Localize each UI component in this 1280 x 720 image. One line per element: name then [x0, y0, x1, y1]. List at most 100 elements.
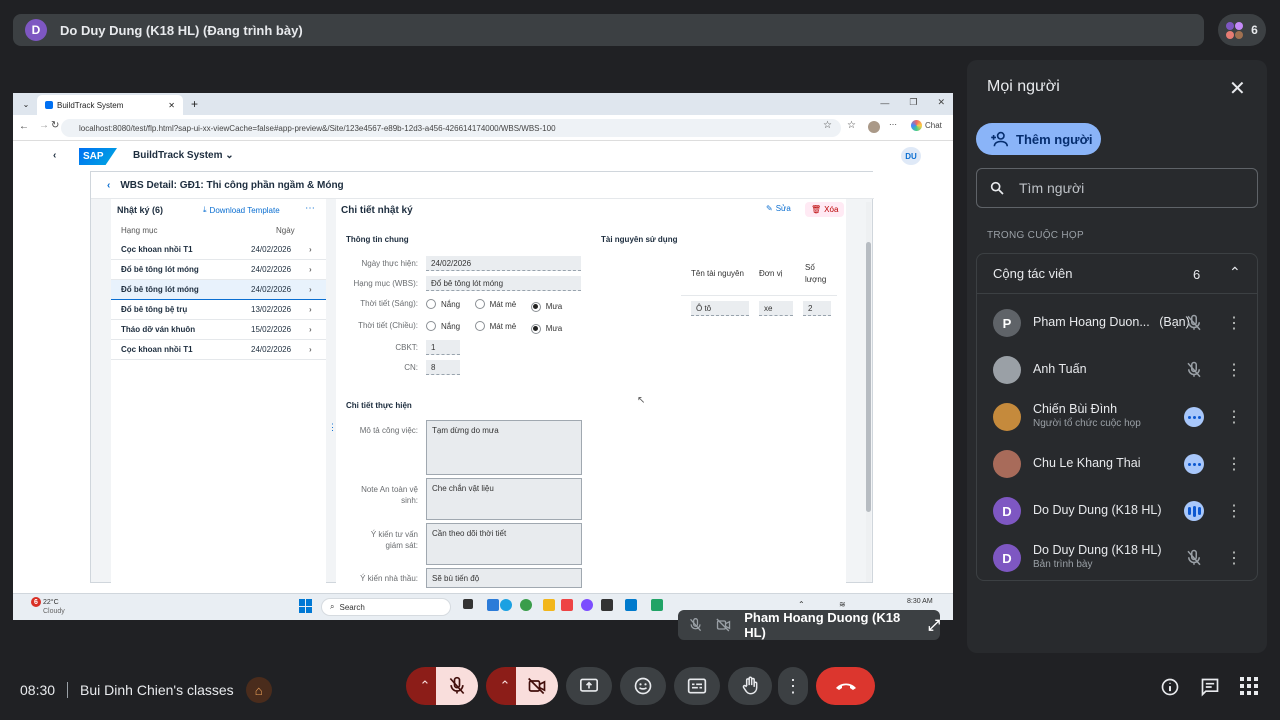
- contractor-textarea[interactable]: Sẽ bù tiến độ: [426, 568, 582, 588]
- raise-hand-button[interactable]: [728, 667, 772, 705]
- app-icon[interactable]: [561, 599, 573, 611]
- participant-status[interactable]: [1183, 406, 1205, 428]
- diary-list-item[interactable]: Đổ bê tông lót móng 24/02/2026 ›: [111, 280, 326, 300]
- close-panel-icon[interactable]: ✕: [1229, 76, 1246, 101]
- new-tab-icon[interactable]: +: [191, 97, 198, 111]
- expand-icon[interactable]: ⤢: [928, 617, 940, 634]
- edit-button[interactable]: ✎ Sửa: [766, 204, 791, 213]
- weather-pm-sunny-radio[interactable]: Nắng: [426, 321, 460, 331]
- participant-row[interactable]: D Do Duy Dung (K18 HL) Bản trình bày ⋮: [977, 535, 1257, 581]
- window-close-icon[interactable]: ✕: [937, 97, 945, 108]
- edge-icon[interactable]: [500, 599, 512, 611]
- more-vert-icon[interactable]: ⋮: [1226, 547, 1242, 569]
- present-screen-button[interactable]: [566, 667, 612, 705]
- taskbar-clock[interactable]: 8:30 AM: [907, 598, 933, 605]
- task-view-icon[interactable]: [463, 599, 473, 609]
- shell-back-icon[interactable]: ‹: [53, 150, 56, 161]
- participant-row[interactable]: P Pham Hoang Duon... (Bạn) ⋮: [977, 300, 1257, 346]
- participants-button[interactable]: 6: [1218, 14, 1266, 46]
- app-icon[interactable]: [581, 599, 593, 611]
- meeting-details-icon[interactable]: [1160, 677, 1180, 702]
- building-icon[interactable]: ⌂: [245, 677, 272, 703]
- forward-icon[interactable]: →: [39, 120, 49, 131]
- vscode-icon[interactable]: [625, 599, 637, 611]
- res-name-field[interactable]: Ô tô: [691, 301, 749, 316]
- add-people-button[interactable]: Thêm người: [976, 123, 1101, 155]
- participant-status[interactable]: [1183, 453, 1205, 475]
- more-options-button[interactable]: ⋮: [778, 667, 808, 705]
- more-vert-icon[interactable]: ⋮: [1226, 453, 1242, 475]
- self-view-tile[interactable]: Pham Hoang Duong (K18 HL) ⤢: [678, 610, 940, 640]
- tray-chevron-icon[interactable]: ⌃: [798, 600, 805, 609]
- url-field[interactable]: localhost:8080/test/flp.html?sap-ui-xx-v…: [61, 119, 841, 137]
- bookmark-star-icon[interactable]: ☆: [823, 120, 832, 131]
- people-search-input[interactable]: Tìm người: [976, 168, 1258, 208]
- more-vert-icon[interactable]: ⋮: [1226, 500, 1242, 522]
- participant-row[interactable]: Anh Tuấn ⋮: [977, 347, 1257, 393]
- res-qty-field[interactable]: 2: [803, 301, 831, 316]
- terminal-icon[interactable]: [601, 599, 613, 611]
- diary-list-item[interactable]: Cọc khoan nhồi T1 24/02/2026 ›: [111, 340, 326, 360]
- menu-icon[interactable]: ⋯: [889, 120, 897, 129]
- participant-row[interactable]: Chu Le Khang Thai ⋮: [977, 441, 1257, 487]
- participant-status[interactable]: [1183, 359, 1205, 381]
- more-vert-icon[interactable]: ⋮: [1226, 312, 1242, 334]
- windows-start-icon[interactable]: [299, 599, 313, 613]
- file-explorer-icon[interactable]: [487, 599, 499, 611]
- participant-row[interactable]: Chiến Bùi Đình Người tổ chức cuộc họp ⋮: [977, 394, 1257, 440]
- date-field[interactable]: 24/02/2026: [426, 256, 581, 271]
- captions-button[interactable]: [674, 667, 720, 705]
- wbs-field[interactable]: Đổ bê tông lót móng: [426, 276, 581, 291]
- reactions-button[interactable]: [620, 667, 666, 705]
- tab-list-icon[interactable]: ⌄: [19, 97, 33, 111]
- participant-status[interactable]: [1183, 312, 1205, 334]
- download-template-button[interactable]: ⤓ Download Template: [203, 205, 280, 215]
- chat-icon[interactable]: [1200, 677, 1220, 702]
- mic-toggle-button[interactable]: [436, 667, 478, 705]
- participant-status[interactable]: [1183, 547, 1205, 569]
- group-header[interactable]: Cộng tác viên 6 ⌃: [977, 254, 1257, 294]
- wifi-icon[interactable]: ≋: [839, 600, 846, 609]
- reload-icon[interactable]: ↻: [51, 120, 59, 131]
- maximize-icon[interactable]: ❐: [909, 97, 917, 108]
- profile-icon[interactable]: [868, 121, 880, 133]
- delete-button[interactable]: 🗑 Xóa: [805, 202, 845, 217]
- browser-tab[interactable]: BuildTrack System ✕: [37, 95, 183, 115]
- app-title[interactable]: BuildTrack System ⌄: [133, 150, 234, 161]
- diary-list-item[interactable]: Đổ bê tông lót móng 24/02/2026 ›: [111, 260, 326, 280]
- cbkt-field[interactable]: 1: [426, 340, 460, 355]
- minimize-icon[interactable]: —: [880, 98, 889, 108]
- cn-field[interactable]: 8: [426, 360, 460, 375]
- user-avatar[interactable]: DU: [901, 147, 921, 165]
- camera-toggle-button[interactable]: [516, 667, 558, 705]
- copilot-chat-button[interactable]: Chat: [911, 120, 942, 131]
- consultant-textarea[interactable]: Cần theo dõi thời tiết: [426, 523, 582, 565]
- back-icon[interactable]: ←: [19, 121, 29, 132]
- participant-status[interactable]: [1183, 500, 1205, 522]
- weather-pm-rain-radio[interactable]: Mưa: [530, 323, 562, 334]
- folder-icon[interactable]: [543, 599, 555, 611]
- res-unit-field[interactable]: xe: [759, 301, 793, 316]
- weather-am-sunny-radio[interactable]: Nắng: [426, 299, 460, 309]
- safety-textarea[interactable]: Che chắn vật liệu: [426, 478, 582, 520]
- weather-pm-cool-radio[interactable]: Mát mẻ: [474, 321, 516, 331]
- activities-icon[interactable]: [1240, 677, 1258, 695]
- more-options-icon[interactable]: ⋯: [305, 203, 315, 214]
- diary-list-item[interactable]: Cọc khoan nhồi T1 24/02/2026 ›: [111, 240, 326, 260]
- chrome-icon[interactable]: [520, 599, 532, 611]
- participant-row[interactable]: D Do Duy Dung (K18 HL) ⋮: [977, 488, 1257, 534]
- tab-close-icon[interactable]: ✕: [168, 101, 175, 110]
- description-textarea[interactable]: Tạm dừng do mưa: [426, 420, 582, 475]
- weather-am-cool-radio[interactable]: Mát mẻ: [474, 299, 516, 309]
- taskbar-search[interactable]: ⌕ Search: [321, 598, 451, 616]
- weather-am-rain-radio[interactable]: Mưa: [530, 301, 562, 312]
- diary-list-item[interactable]: Tháo dỡ ván khuôn 15/02/2026 ›: [111, 320, 326, 340]
- leave-call-button[interactable]: [816, 667, 875, 705]
- scrollbar[interactable]: [866, 202, 871, 582]
- nav-back-icon[interactable]: ‹: [107, 180, 110, 191]
- more-vert-icon[interactable]: ⋮: [1226, 359, 1242, 381]
- weather-widget[interactable]: 22°C Cloudy: [43, 598, 65, 616]
- more-vert-icon[interactable]: ⋮: [1226, 406, 1242, 428]
- diary-list-item[interactable]: Đổ bê tông bệ trụ 13/02/2026 ›: [111, 300, 326, 320]
- favorites-icon[interactable]: ☆: [847, 120, 856, 131]
